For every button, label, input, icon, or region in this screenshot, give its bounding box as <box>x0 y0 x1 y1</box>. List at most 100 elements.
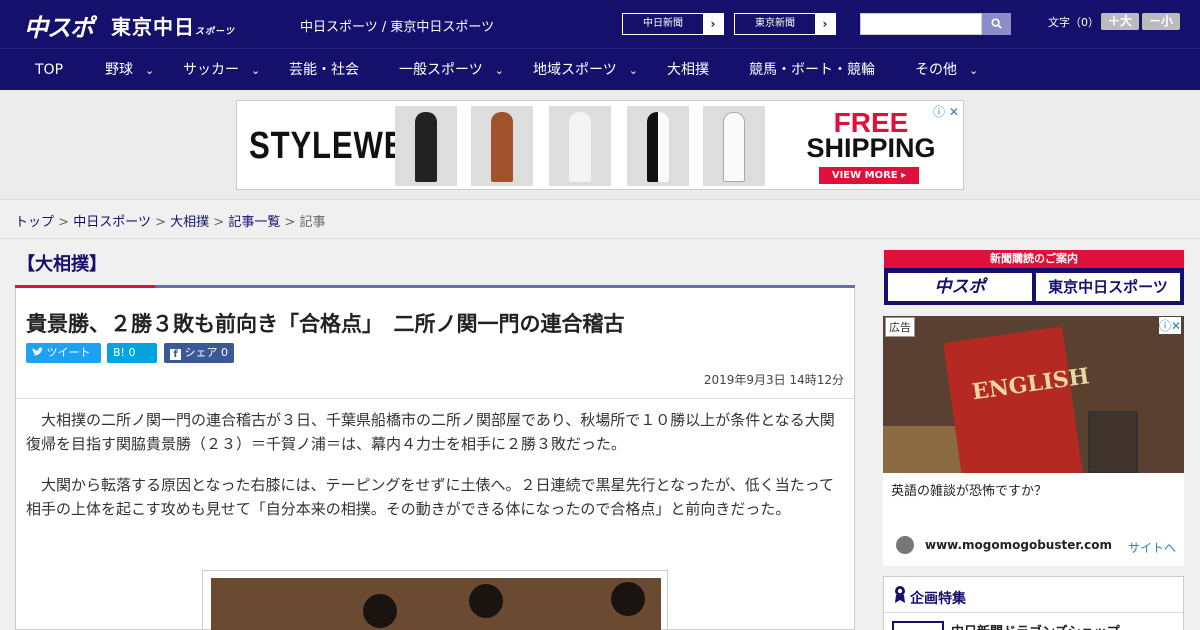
chevron-down-icon: ⌄ <box>969 64 979 77</box>
ad-image: ENGLISH <box>883 316 1184 473</box>
nav-label: 野球 <box>105 62 133 78</box>
ad-info-close-icon[interactable]: ⓘ ✕ <box>933 103 959 120</box>
ad-product-image <box>627 106 689 186</box>
feature-item-link[interactable]: 中日新聞ドラゴンズショップ <box>951 621 1120 630</box>
article-date: 2019年9月3日 14時12分 <box>703 373 844 387</box>
breadcrumb: トップ > 中日スポーツ > 大相撲 > 記事一覧 > 記事 <box>15 211 326 230</box>
breadcrumb-chunichi-sports[interactable]: 中日スポーツ <box>73 215 151 230</box>
nav-regional-sports[interactable]: 地域スポーツ ⌄ <box>533 49 638 91</box>
subscription-banner[interactable]: 新聞購読のご案内 中スポ 東京中日スポーツ <box>884 250 1184 305</box>
font-size-label: 文字（0） <box>1048 16 1099 29</box>
nav-other[interactable]: その他 ⌄ <box>915 49 978 91</box>
nav-label: 一般スポーツ <box>399 62 483 78</box>
font-smaller-button[interactable]: －小 <box>1142 13 1180 30</box>
breadcrumb-top[interactable]: トップ <box>15 215 54 230</box>
chevron-right-icon: › <box>703 14 723 34</box>
article: 貴景勝、２勝３敗も前向き「合格点」 二所ノ関一門の連合稽古 ツイート B! 0 … <box>15 288 855 630</box>
nav-baseball[interactable]: 野球 ⌄ <box>105 49 154 91</box>
ad-product-image <box>549 106 611 186</box>
twitter-bird-icon <box>32 347 43 356</box>
chunichi-shimbun-label: 中日新聞 <box>643 18 683 29</box>
nav-soccer[interactable]: サッカー ⌄ <box>183 49 260 91</box>
subscribe-chuspo-logo[interactable]: 中スポ <box>888 273 1032 301</box>
article-headline: 貴景勝、２勝３敗も前向き「合格点」 二所ノ関一門の連合稽古 <box>26 312 625 336</box>
breadcrumb-divider <box>0 238 1200 239</box>
tokyo-chunichi-logo[interactable]: 東京中日スポーツ <box>111 11 235 40</box>
ad-label: 広告 <box>885 317 915 337</box>
nav-top[interactable]: TOP <box>35 49 63 91</box>
sidebar-ad[interactable]: ENGLISH 広告 ⓘ✕ 英語の雑談が恐怖ですか？ www.mogomogob… <box>883 316 1184 566</box>
breadcrumb-article-list[interactable]: 記事一覧 <box>228 215 280 230</box>
award-ribbon-icon <box>895 586 905 603</box>
tokyo-shimbun-button[interactable]: 東京新聞 › <box>734 13 836 35</box>
tokyo-shimbun-label: 東京新聞 <box>755 18 795 29</box>
ad-copy-text[interactable]: 英語の雑談が恐怖ですか？ <box>891 480 1047 499</box>
facebook-share-label: シェア 0 <box>184 346 229 359</box>
nav-label: TOP <box>35 62 64 78</box>
chunichi-shimbun-button[interactable]: 中日新聞 › <box>622 13 724 35</box>
nav-label: その他 <box>915 62 957 78</box>
breadcrumb-sumo[interactable]: 大相撲 <box>170 215 209 230</box>
site-title: 中日スポーツ / 東京中日スポーツ <box>300 20 495 35</box>
english-book: ENGLISH <box>943 326 1091 473</box>
feature-thumbnail[interactable] <box>892 621 944 630</box>
chevron-down-icon: ⌄ <box>494 64 504 77</box>
article-paragraph: 大関から転落する原因となった右膝には、テーピングをせずに土俵へ。２日連続で黒星先… <box>26 476 835 518</box>
nav-label: 競馬・ボート・競輪 <box>749 62 875 78</box>
ad-info-close-icon[interactable]: ⓘ✕ <box>1158 317 1181 334</box>
ad-shipping-text: SHIPPING <box>806 133 936 163</box>
ad-product-image <box>703 106 765 186</box>
ad-visit-site-link[interactable]: サイトへ <box>1128 539 1176 556</box>
twitter-share-label: ツイート <box>46 346 91 359</box>
tokyo-logo-text: 東京中日 <box>111 15 195 39</box>
chuspo-logo[interactable]: 中スポ <box>24 8 94 43</box>
chevron-down-icon: ⌄ <box>145 64 155 77</box>
nav-entertainment[interactable]: 芸能・社会 <box>289 49 359 91</box>
chevron-down-icon: ⌄ <box>251 64 261 77</box>
main-nav: TOP 野球 ⌄ サッカー ⌄ 芸能・社会 一般スポーツ ⌄ 地域スポーツ ⌄ 大相撲 … <box>0 48 1200 90</box>
ad-product-image <box>395 106 457 186</box>
nav-label: 芸能・社会 <box>289 62 359 78</box>
nav-label: サッカー <box>183 62 239 78</box>
subscribe-tokyo-logo[interactable]: 東京中日スポーツ <box>1036 273 1180 301</box>
ad-domain: www.mogomogobuster.com <box>925 538 1112 552</box>
tokyo-logo-sub: スポーツ <box>195 27 235 37</box>
chevron-right-icon: › <box>815 14 835 34</box>
ad-product-image <box>471 106 533 186</box>
twitter-share-button[interactable]: ツイート <box>26 343 101 363</box>
view-more-button[interactable]: VIEW MORE ▸ <box>819 167 919 184</box>
nav-keiba[interactable]: 競馬・ボート・競輪 <box>749 49 875 91</box>
breadcrumb-current: 記事 <box>299 215 326 230</box>
article-divider <box>16 398 854 399</box>
subscription-heading: 新聞購読のご案内 <box>884 250 1184 268</box>
globe-icon <box>896 536 914 554</box>
nav-general-sports[interactable]: 一般スポーツ ⌄ <box>399 49 504 91</box>
search-icon <box>991 18 1002 29</box>
stylewe-brand: STYLEWE <box>249 125 406 167</box>
search-input[interactable] <box>860 13 982 35</box>
chevron-down-icon: ⌄ <box>628 64 638 77</box>
breadcrumb-sep: > <box>155 215 166 230</box>
nav-label: 地域スポーツ <box>533 62 617 78</box>
article-photo[interactable] <box>202 570 668 630</box>
breadcrumb-sep: > <box>284 215 296 230</box>
feature-special-box: 企画特集 中日新聞ドラゴンズショップ <box>883 576 1184 630</box>
breadcrumb-sep: > <box>58 215 70 230</box>
search-button[interactable] <box>982 13 1011 35</box>
feature-title: 企画特集 <box>910 591 966 607</box>
nav-label: 大相撲 <box>667 62 709 78</box>
book-title: ENGLISH <box>970 363 1092 406</box>
category-heading: 【大相撲】 <box>17 254 107 275</box>
top-header: 中スポ 東京中日スポーツ 中日スポーツ / 東京中日スポーツ 中日新聞 › 東京… <box>0 0 1200 48</box>
sumo-photo-image <box>211 578 661 630</box>
hatena-bookmark-button[interactable]: B! 0 <box>107 343 157 363</box>
facebook-icon: f <box>170 349 181 360</box>
pencil-cup <box>1088 411 1138 473</box>
nav-sumo[interactable]: 大相撲 <box>667 49 709 91</box>
font-bigger-button[interactable]: ＋大 <box>1101 13 1139 30</box>
article-paragraph: 大相撲の二所ノ関一門の連合稽古が３日、千葉県船橋市の二所ノ関部屋であり、秋場所で… <box>26 411 835 453</box>
breadcrumb-sep: > <box>213 215 225 230</box>
banner-ad[interactable]: STYLEWE FREE SHIPPING VIEW MORE ▸ ⓘ ✕ <box>236 100 964 190</box>
feature-header: 企画特集 <box>884 577 1183 613</box>
facebook-share-button[interactable]: f シェア 0 <box>164 343 234 363</box>
